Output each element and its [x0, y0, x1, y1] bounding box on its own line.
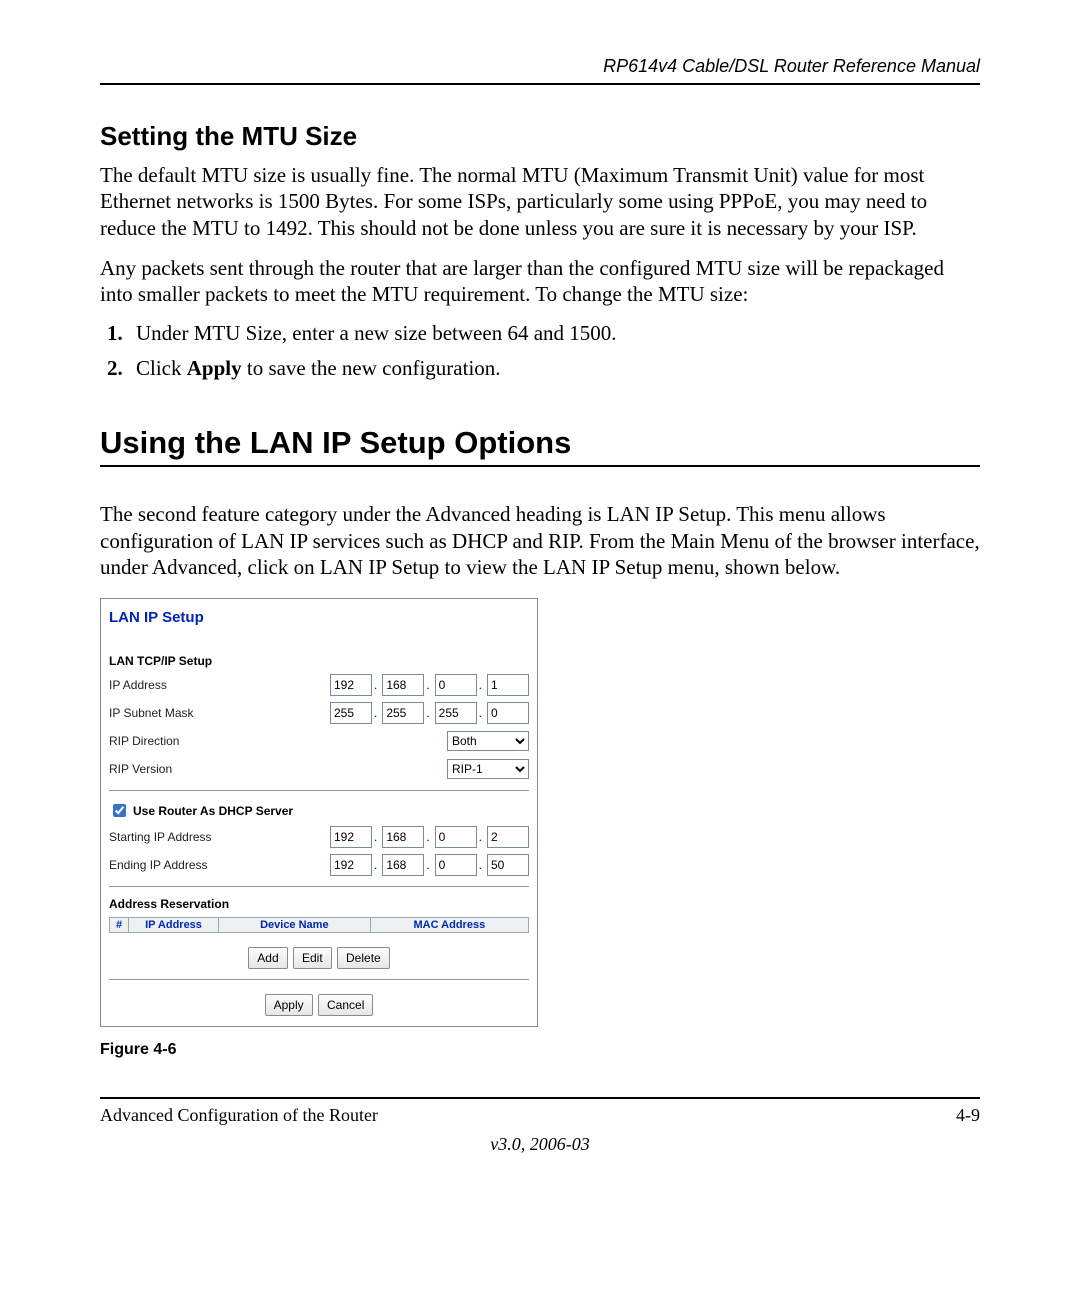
reservation-table: # IP Address Device Name MAC Address [109, 917, 529, 933]
rip-direction-select[interactable]: Both [447, 731, 529, 751]
footer-version: v3.0, 2006-03 [100, 1134, 980, 1155]
footer-left: Advanced Configuration of the Router [100, 1105, 378, 1126]
footer-right: 4-9 [956, 1105, 980, 1126]
group-tcpip: LAN TCP/IP Setup [109, 654, 529, 668]
rip-version-label: RIP Version [109, 762, 289, 776]
edit-button[interactable]: Edit [293, 947, 332, 969]
end-ip-2[interactable] [382, 854, 424, 876]
ip-octet-4[interactable] [487, 674, 529, 696]
separator [109, 790, 529, 791]
apply-button[interactable]: Apply [265, 994, 313, 1016]
th-device: Device Name [219, 918, 371, 933]
th-ip: IP Address [129, 918, 219, 933]
ip-dot: . [426, 858, 429, 872]
end-ip-1[interactable] [330, 854, 372, 876]
ip-dot: . [374, 678, 377, 692]
separator [109, 979, 529, 980]
lan-ip-setup-screenshot: LAN IP Setup LAN TCP/IP Setup IP Address… [100, 598, 538, 1027]
rip-version-select[interactable]: RIP-1 [447, 759, 529, 779]
separator [109, 886, 529, 887]
step-1: Under MTU Size, enter a new size between… [128, 321, 980, 346]
mask-octet-2[interactable] [382, 702, 424, 724]
ip-dot: . [426, 706, 429, 720]
end-ip-4[interactable] [487, 854, 529, 876]
delete-button[interactable]: Delete [337, 947, 390, 969]
panel-title: LAN IP Setup [109, 609, 529, 626]
ip-dot: . [426, 830, 429, 844]
ip-octet-2[interactable] [382, 674, 424, 696]
end-ip-3[interactable] [435, 854, 477, 876]
section-heading-mtu: Setting the MTU Size [100, 121, 980, 152]
ip-octet-1[interactable] [330, 674, 372, 696]
page-header: RP614v4 Cable/DSL Router Reference Manua… [100, 56, 980, 85]
group-reservation: Address Reservation [109, 897, 529, 911]
mtu-steps: Under MTU Size, enter a new size between… [100, 321, 980, 381]
step-2-prefix: Click [136, 356, 187, 380]
ip-dot: . [374, 706, 377, 720]
ip-dot: . [479, 830, 482, 844]
mask-octet-1[interactable] [330, 702, 372, 724]
step-2: Click Apply to save the new configuratio… [128, 356, 980, 381]
ip-dot: . [479, 706, 482, 720]
th-hash: # [110, 918, 129, 933]
add-button[interactable]: Add [248, 947, 287, 969]
mask-octet-4[interactable] [487, 702, 529, 724]
ip-dot: . [374, 830, 377, 844]
dhcp-checkbox-label: Use Router As DHCP Server [133, 804, 293, 818]
rip-direction-label: RIP Direction [109, 734, 289, 748]
ip-octet-3[interactable] [435, 674, 477, 696]
ip-address-label: IP Address [109, 678, 289, 692]
th-mac: MAC Address [370, 918, 528, 933]
dhcp-checkbox[interactable] [113, 804, 126, 817]
start-ip-4[interactable] [487, 826, 529, 848]
ip-dot: . [479, 678, 482, 692]
step-2-suffix: to save the new configuration. [242, 356, 501, 380]
subnet-label: IP Subnet Mask [109, 706, 289, 720]
start-ip-2[interactable] [382, 826, 424, 848]
starting-ip-label: Starting IP Address [109, 830, 289, 844]
ending-ip-label: Ending IP Address [109, 858, 289, 872]
start-ip-3[interactable] [435, 826, 477, 848]
step-2-bold: Apply [187, 356, 242, 380]
ip-dot: . [426, 678, 429, 692]
paragraph-lan: The second feature category under the Ad… [100, 501, 980, 580]
paragraph-mtu-1: The default MTU size is usually fine. Th… [100, 162, 980, 241]
start-ip-1[interactable] [330, 826, 372, 848]
cancel-button[interactable]: Cancel [318, 994, 373, 1016]
ip-dot: . [374, 858, 377, 872]
figure-caption: Figure 4-6 [100, 1041, 980, 1059]
mask-octet-3[interactable] [435, 702, 477, 724]
ip-dot: . [479, 858, 482, 872]
paragraph-mtu-2: Any packets sent through the router that… [100, 255, 980, 308]
section-heading-lan: Using the LAN IP Setup Options [100, 425, 980, 467]
